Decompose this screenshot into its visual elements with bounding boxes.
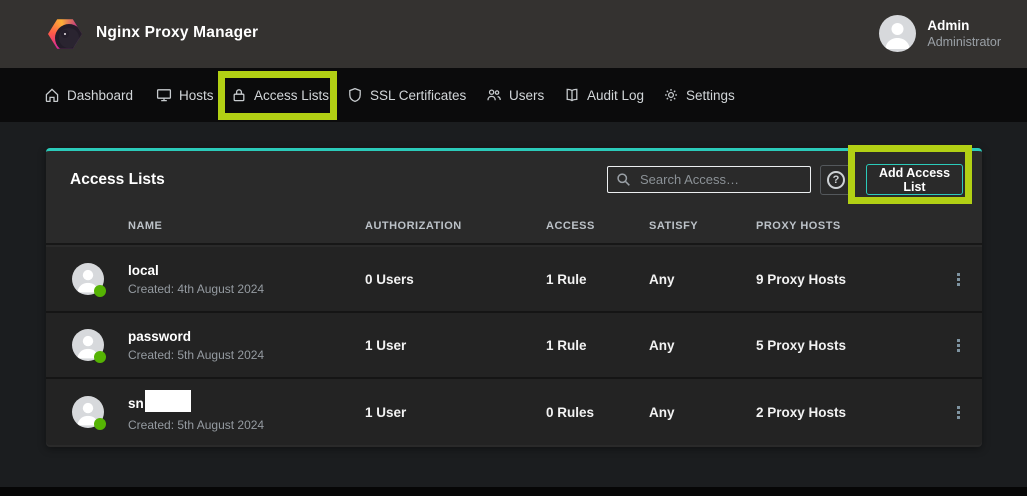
- nav-label: SSL Certificates: [370, 88, 466, 103]
- authorization-value: 0 Users: [365, 272, 546, 287]
- nav-label: Settings: [686, 88, 735, 103]
- user-menu[interactable]: Admin Administrator: [879, 15, 1001, 52]
- nav-item-settings[interactable]: Settings: [663, 68, 735, 122]
- search-icon: [616, 172, 631, 187]
- nav-label: Users: [509, 88, 544, 103]
- row-avatar: [72, 263, 104, 295]
- proxy-hosts-value: 2 Proxy Hosts: [756, 405, 934, 420]
- gear-icon: [663, 87, 679, 103]
- column-header-name: NAME: [128, 220, 365, 232]
- row-avatar: [72, 329, 104, 361]
- panel-title: Access Lists: [70, 171, 165, 189]
- nav-item-users[interactable]: Users: [486, 68, 544, 122]
- lock-icon: [231, 87, 247, 103]
- nav-item-access-lists[interactable]: Access Lists: [231, 68, 329, 122]
- search-input[interactable]: [640, 172, 790, 187]
- column-header-access: ACCESS: [546, 220, 649, 232]
- nav-label: Dashboard: [67, 88, 133, 103]
- row-avatar: [72, 396, 104, 428]
- row-menu-kebab-icon[interactable]: [934, 269, 982, 290]
- created-date: Created: 4th August 2024: [128, 282, 365, 296]
- table-row[interactable]: local Created: 4th August 2024 0 Users 1…: [46, 247, 982, 313]
- row-menu-kebab-icon[interactable]: [934, 402, 982, 423]
- access-list-name: password: [128, 329, 365, 344]
- bottom-strip: [0, 487, 1027, 496]
- access-lists-panel: Access Lists ? Add Access List NAME AUTH…: [46, 148, 982, 447]
- row-menu-kebab-icon[interactable]: [934, 335, 982, 356]
- search-box[interactable]: [607, 166, 811, 193]
- person-icon: [879, 15, 916, 52]
- column-header-authorization: AUTHORIZATION: [365, 220, 546, 232]
- nav-label: Access Lists: [254, 88, 329, 103]
- satisfy-value: Any: [649, 272, 756, 287]
- created-date: Created: 5th August 2024: [128, 348, 365, 362]
- question-icon: ?: [827, 171, 845, 189]
- user-name: Admin: [927, 18, 1001, 33]
- column-header-satisfy: SATISFY: [649, 220, 756, 232]
- shield-icon: [347, 87, 363, 103]
- nav-item-hosts[interactable]: Hosts: [156, 68, 214, 122]
- add-access-list-button[interactable]: Add Access List: [866, 164, 963, 195]
- proxy-hosts-value: 9 Proxy Hosts: [756, 272, 934, 287]
- access-list-name: sn: [128, 392, 365, 414]
- nav-label: Audit Log: [587, 88, 644, 103]
- satisfy-value: Any: [649, 405, 756, 420]
- access-value: 0 Rules: [546, 405, 649, 420]
- online-status-dot: [94, 285, 106, 297]
- authorization-value: 1 User: [365, 405, 546, 420]
- table-row[interactable]: password Created: 5th August 2024 1 User…: [46, 313, 982, 379]
- authorization-value: 1 User: [365, 338, 546, 353]
- book-icon: [564, 87, 580, 103]
- users-icon: [486, 87, 502, 103]
- online-status-dot: [94, 351, 106, 363]
- user-role: Administrator: [927, 35, 1001, 49]
- table-body: local Created: 4th August 2024 0 Users 1…: [46, 247, 982, 445]
- access-value: 1 Rule: [546, 338, 649, 353]
- proxy-hosts-value: 5 Proxy Hosts: [756, 338, 934, 353]
- home-icon: [44, 87, 60, 103]
- online-status-dot: [94, 418, 106, 430]
- access-list-name: local: [128, 263, 365, 278]
- nav-label: Hosts: [179, 88, 214, 103]
- table-header: NAME AUTHORIZATION ACCESS SATISFY PROXY …: [46, 208, 982, 245]
- nav-item-dashboard[interactable]: Dashboard: [44, 68, 133, 122]
- help-button[interactable]: ?: [820, 165, 852, 195]
- user-avatar: [879, 15, 916, 52]
- monitor-icon: [156, 87, 172, 103]
- nav-item-audit-log[interactable]: Audit Log: [564, 68, 644, 122]
- column-header-proxy-hosts: PROXY HOSTS: [756, 220, 934, 232]
- redaction-box: [145, 390, 191, 412]
- table-row[interactable]: sn Created: 5th August 2024 1 User 0 Rul…: [46, 379, 982, 445]
- nginx-proxy-manager-logo-icon: [48, 18, 82, 50]
- access-value: 1 Rule: [546, 272, 649, 287]
- app-title: Nginx Proxy Manager: [96, 24, 258, 42]
- top-bar: Nginx Proxy Manager Admin Administrator: [0, 0, 1027, 68]
- nav-item-ssl-certificates[interactable]: SSL Certificates: [347, 68, 466, 122]
- created-date: Created: 5th August 2024: [128, 418, 365, 432]
- satisfy-value: Any: [649, 338, 756, 353]
- main-nav: Dashboard Hosts Access Lists SSL Certifi…: [0, 68, 1027, 122]
